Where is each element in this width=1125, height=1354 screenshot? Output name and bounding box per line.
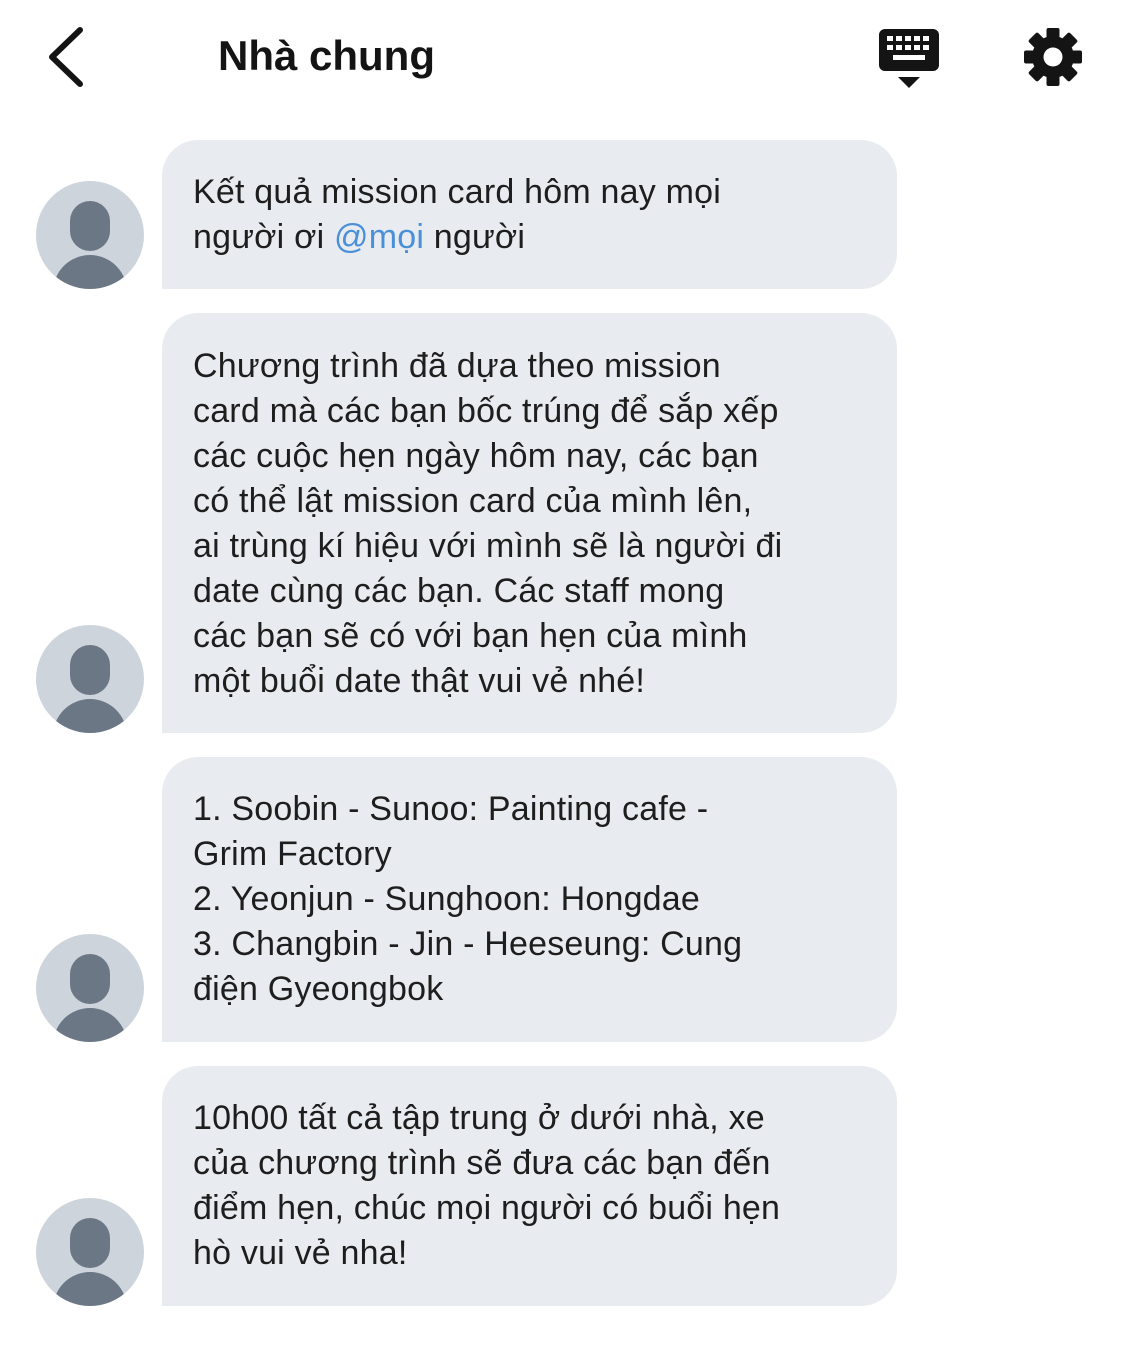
message-text: Chương trình đã dựa theo mission card mà…	[193, 347, 783, 700]
keyboard-button[interactable]	[876, 27, 942, 91]
header-bar: Nhà chung	[0, 0, 1125, 120]
message-bubble[interactable]: Chương trình đã dựa theo mission card mà…	[162, 313, 897, 733]
settings-button[interactable]	[1022, 26, 1084, 88]
message-text: 10h00 tất cả tập trung ở dưới nhà, xe củ…	[193, 1099, 781, 1272]
gear-icon	[1024, 28, 1082, 86]
avatar[interactable]	[36, 1198, 144, 1306]
mention-link[interactable]: @mọi	[334, 218, 424, 256]
back-button[interactable]	[40, 22, 100, 92]
message-bubble[interactable]: 10h00 tất cả tập trung ở dưới nhà, xe củ…	[162, 1066, 897, 1306]
avatar-head	[70, 645, 110, 695]
avatar[interactable]	[36, 625, 144, 733]
message-bubble[interactable]: Kết quả mission card hôm nay mọi người ơ…	[162, 140, 897, 289]
message-text: Kết quả mission card hôm nay mọi người ơ…	[193, 170, 867, 260]
avatar-shoulders	[53, 1272, 127, 1306]
avatar[interactable]	[36, 181, 144, 289]
avatar-head	[70, 954, 110, 1004]
message-bubble[interactable]: 1. Soobin - Sunoo: Painting cafe - Grim …	[162, 757, 897, 1042]
avatar-head	[70, 201, 110, 251]
avatar-shoulders	[53, 255, 127, 289]
avatar[interactable]	[36, 934, 144, 1042]
keyboard-icon	[879, 29, 939, 88]
avatar-shoulders	[53, 1008, 127, 1042]
message-text-part: người	[424, 218, 526, 256]
chevron-left-icon	[49, 27, 83, 87]
message-text: 1. Soobin - Sunoo: Painting cafe - Grim …	[193, 790, 743, 1008]
avatar-shoulders	[53, 699, 127, 733]
page-title: Nhà chung	[218, 32, 435, 79]
avatar-head	[70, 1218, 110, 1268]
